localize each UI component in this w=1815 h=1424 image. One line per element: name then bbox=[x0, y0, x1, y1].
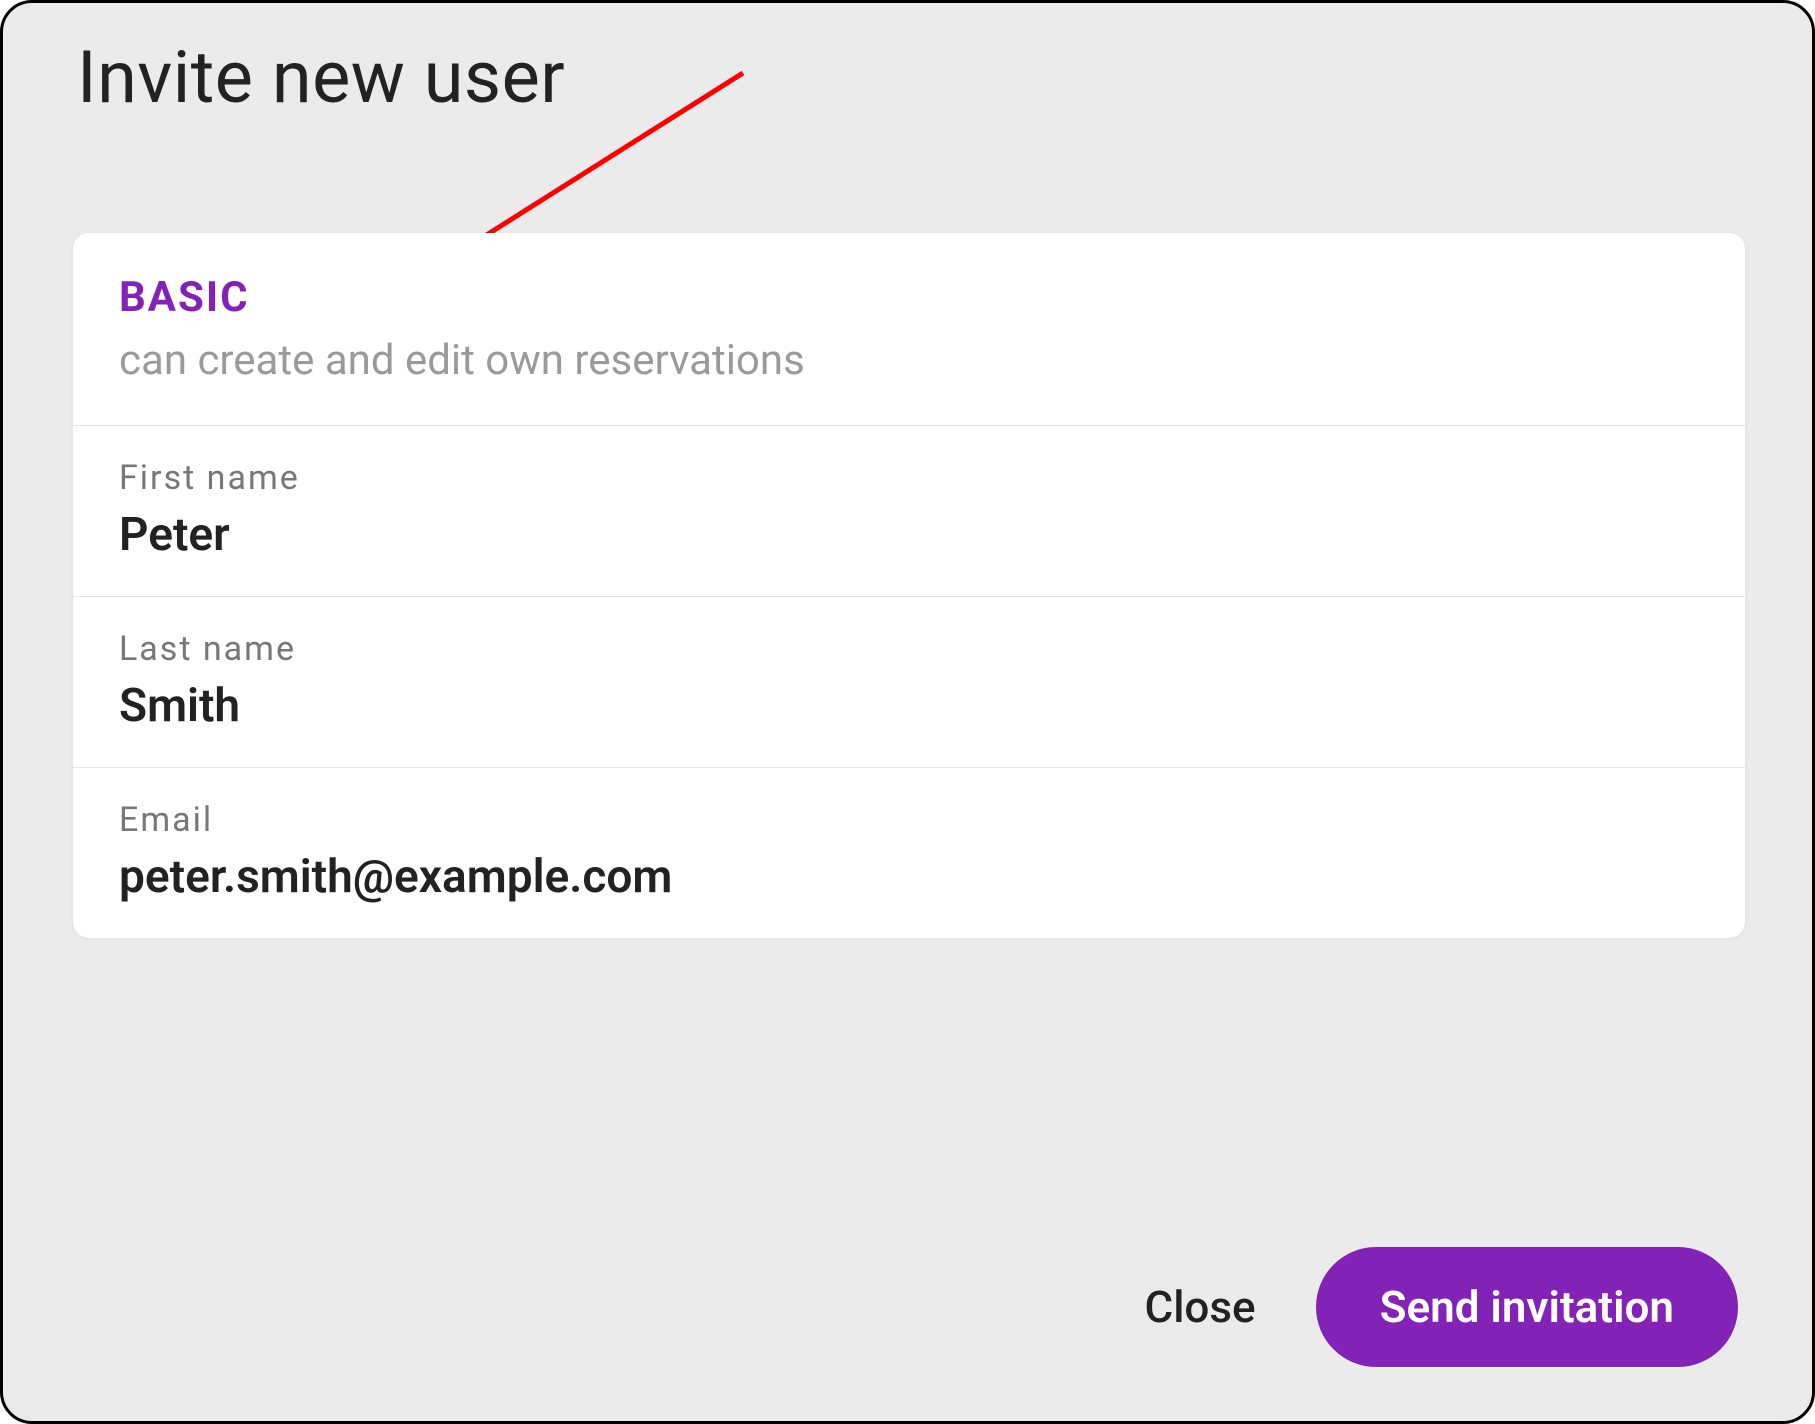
role-description: can create and edit own reservations bbox=[119, 336, 1699, 385]
first-name-row: First name bbox=[73, 426, 1745, 597]
form-card: BASIC can create and edit own reservatio… bbox=[73, 233, 1745, 938]
email-input[interactable] bbox=[119, 850, 1699, 904]
first-name-label: First name bbox=[119, 458, 1699, 498]
dialog-actions: Close Send invitation bbox=[1144, 1247, 1738, 1367]
role-name: BASIC bbox=[119, 273, 1699, 322]
role-selector[interactable]: BASIC can create and edit own reservatio… bbox=[73, 233, 1745, 426]
last-name-row: Last name bbox=[73, 597, 1745, 768]
email-label: Email bbox=[119, 800, 1699, 840]
send-invitation-button[interactable]: Send invitation bbox=[1316, 1247, 1738, 1367]
last-name-label: Last name bbox=[119, 629, 1699, 669]
close-button[interactable]: Close bbox=[1144, 1281, 1255, 1333]
last-name-input[interactable] bbox=[119, 679, 1699, 733]
email-row: Email bbox=[73, 768, 1745, 938]
first-name-input[interactable] bbox=[119, 508, 1699, 562]
dialog-title: Invite new user bbox=[77, 35, 565, 120]
invite-user-dialog: Invite new user BASIC can create and edi… bbox=[0, 0, 1815, 1424]
